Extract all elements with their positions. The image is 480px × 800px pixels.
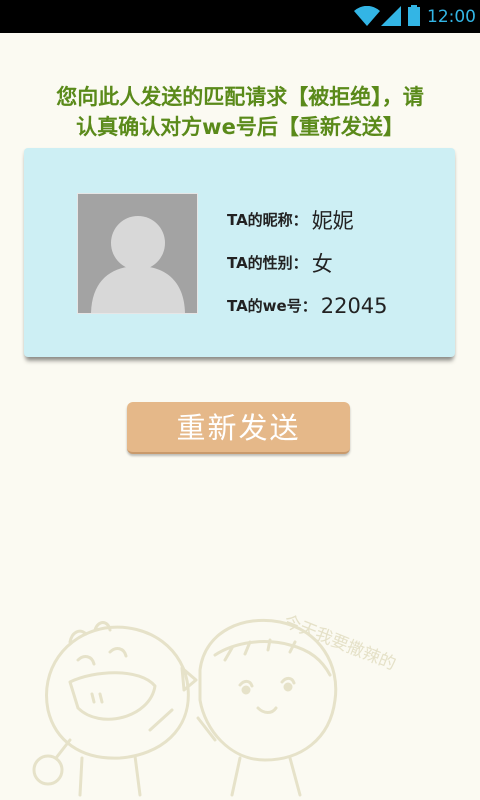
gender-label: TA的性别： bbox=[227, 254, 308, 272]
default-avatar-icon bbox=[77, 193, 198, 314]
wifi-icon bbox=[354, 6, 380, 26]
profile-info: TA的昵称： 妮妮 TA的性别： 女 TA的we号： 22045 bbox=[227, 198, 447, 327]
we-id-row: TA的we号： 22045 bbox=[227, 284, 447, 327]
we-id-value: 22045 bbox=[320, 293, 388, 318]
resend-button[interactable]: 重新发送 bbox=[127, 402, 350, 454]
signal-icon bbox=[381, 6, 401, 26]
cartoon-couple-illustration bbox=[32, 618, 338, 797]
status-time: 12:00 bbox=[427, 7, 476, 27]
status-bar: 12:00 bbox=[0, 0, 480, 33]
notice-line-1: 您向此人发送的匹配请求【被拒绝】，请 bbox=[56, 85, 424, 109]
rejection-notice: 您向此人发送的匹配请求【被拒绝】，请 认真确认对方we号后【重新发送】 bbox=[0, 82, 480, 142]
gender-value: 女 bbox=[311, 251, 333, 276]
we-id-label: TA的we号： bbox=[227, 297, 317, 315]
profile-card: TA的昵称： 妮妮 TA的性别： 女 TA的we号： 22045 bbox=[24, 148, 455, 357]
gender-row: TA的性别： 女 bbox=[227, 241, 447, 284]
nickname-value: 妮妮 bbox=[311, 208, 354, 233]
notice-line-2: 认真确认对方we号后【重新发送】 bbox=[76, 115, 404, 139]
nickname-row: TA的昵称： 妮妮 bbox=[227, 198, 447, 241]
nickname-label: TA的昵称： bbox=[227, 211, 308, 229]
battery-icon bbox=[408, 5, 420, 26]
